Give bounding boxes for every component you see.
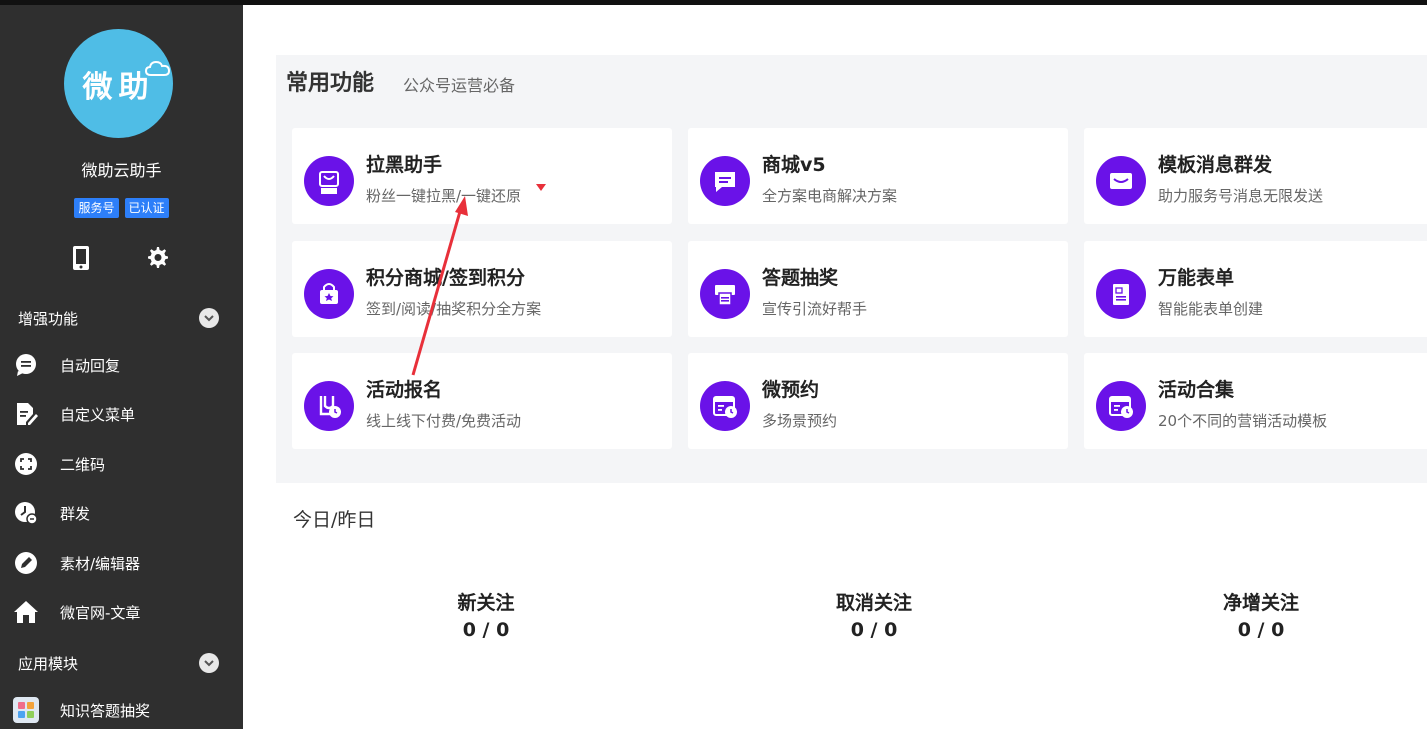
star-bag-icon <box>304 269 354 319</box>
edit-document-icon <box>17 403 38 425</box>
section-apps[interactable]: 应用模块 <box>0 643 243 683</box>
chat-bubble-icon <box>16 354 36 376</box>
panel-subtitle: 公众号运营必备 <box>403 76 516 95</box>
message-card-icon <box>700 156 750 206</box>
sidebar-item-materials-editor[interactable]: 素材/编辑器 <box>0 543 243 583</box>
card-mall-v5[interactable]: 商城v5 全方案电商解决方案 <box>688 128 1068 224</box>
sidebar-item-qrcode[interactable]: 二维码 <box>0 444 243 484</box>
sidebar-item-label: 二维码 <box>60 456 106 474</box>
sidebar-item-label: 微官网-文章 <box>60 604 141 622</box>
stat-label: 净增关注 <box>1222 592 1299 614</box>
avatar-text: 微助 <box>82 69 155 105</box>
stat-value: 0 / 0 <box>462 619 510 641</box>
main-content: 常用功能 公众号运营必备 拉黑助手 粉丝一键拉黑/一键还原 商城v5 全方案电商… <box>243 5 1427 729</box>
sidebar-item-microsite-article[interactable]: 微官网-文章 <box>0 592 243 632</box>
signup-clock-icon <box>304 381 354 431</box>
card-activity-collection[interactable]: 活动合集 20个不同的营销活动模板 <box>1084 353 1427 449</box>
chevron-down-icon[interactable] <box>199 653 219 673</box>
card-desc: 20个不同的营销活动模板 <box>1158 412 1328 430</box>
bag-helper-icon <box>304 156 354 206</box>
sidebar-item-label: 知识答题抽奖 <box>60 702 151 720</box>
card-desc: 智能能表单创建 <box>1158 300 1264 318</box>
chevron-down-icon[interactable] <box>199 308 219 328</box>
card-title: 模板消息群发 <box>1158 154 1273 176</box>
panel-title: 常用功能 <box>286 71 375 96</box>
account-badges: 服务号 已认证 <box>0 198 243 218</box>
section-apps-label: 应用模块 <box>18 654 79 673</box>
card-desc: 多场景预约 <box>762 412 838 430</box>
card-blacklist-helper[interactable]: 拉黑助手 粉丝一键拉黑/一键还原 <box>292 128 672 224</box>
pencil-icon <box>15 552 37 574</box>
card-title: 答题抽奖 <box>762 267 839 289</box>
mail-icon <box>1096 156 1146 206</box>
sidebar-item-auto-reply[interactable]: 自动回复 <box>0 345 243 385</box>
calendar-clock-icon <box>1096 381 1146 431</box>
card-desc: 签到/阅读/抽奖积分全方案 <box>366 300 542 318</box>
card-desc: 助力服务号消息无限发送 <box>1158 187 1324 205</box>
card-title: 积分商城/签到积分 <box>366 267 525 289</box>
cloud-icon <box>145 60 171 76</box>
top-border <box>0 0 1427 5</box>
section-enhanced[interactable]: 增强功能 <box>0 298 243 338</box>
badge-verified: 已认证 <box>124 198 169 218</box>
calendar-clock-icon <box>700 381 750 431</box>
sidebar-item-custom-menu[interactable]: 自定义菜单 <box>0 394 243 434</box>
stat-label: 新关注 <box>457 592 515 614</box>
stat-net-follows: 净增关注 0 / 0 <box>1161 588 1361 641</box>
sidebar-item-label: 自定义菜单 <box>60 406 136 424</box>
sidebar: 微助 微助云助手 服务号 已认证 增强功能 自动回复 自定义菜单 二维码 群发 … <box>0 5 243 729</box>
card-points-mall[interactable]: 积分商城/签到积分 签到/阅读/抽奖积分全方案 <box>292 241 672 337</box>
common-features-panel: 常用功能 公众号运营必备 拉黑助手 粉丝一键拉黑/一键还原 商城v5 全方案电商… <box>276 55 1427 483</box>
quiz-app-icon <box>13 697 39 723</box>
qrcode-scan-icon <box>15 453 37 475</box>
stats-title: 今日/昨日 <box>293 509 376 531</box>
mobile-phone-icon[interactable] <box>71 245 91 271</box>
card-title: 微预约 <box>762 379 820 401</box>
card-title: 商城v5 <box>762 154 826 176</box>
printer-icon <box>700 269 750 319</box>
sidebar-item-label: 群发 <box>60 505 91 523</box>
stat-label: 取消关注 <box>835 592 912 614</box>
card-desc: 宣传引流好帮手 <box>762 300 868 318</box>
sidebar-item-label: 素材/编辑器 <box>60 555 141 573</box>
account-name: 微助云助手 <box>81 161 162 180</box>
gear-icon[interactable] <box>145 245 169 269</box>
account-avatar[interactable]: 微助 <box>64 29 173 138</box>
card-template-message[interactable]: 模板消息群发 助力服务号消息无限发送 <box>1084 128 1427 224</box>
card-universal-form[interactable]: 万能表单 智能能表单创建 <box>1084 241 1427 337</box>
card-title: 万能表单 <box>1158 267 1235 289</box>
sidebar-item-label: 自动回复 <box>60 357 121 375</box>
section-enhanced-label: 增强功能 <box>18 309 79 328</box>
sidebar-tools <box>0 245 243 271</box>
stat-unfollows: 取消关注 0 / 0 <box>774 588 974 641</box>
card-quiz-lottery[interactable]: 答题抽奖 宣传引流好帮手 <box>688 241 1068 337</box>
clock-send-icon <box>15 502 38 525</box>
card-desc: 粉丝一键拉黑/一键还原 <box>366 187 522 205</box>
card-desc: 线上线下付费/免费活动 <box>366 412 522 430</box>
badge-service-account: 服务号 <box>74 198 119 218</box>
card-title: 拉黑助手 <box>366 154 443 176</box>
sidebar-item-broadcast[interactable]: 群发 <box>0 493 243 533</box>
form-icon <box>1096 269 1146 319</box>
home-icon <box>14 601 38 623</box>
sidebar-item-quiz-lottery[interactable]: 知识答题抽奖 <box>0 690 243 730</box>
stat-new-follows: 新关注 0 / 0 <box>386 588 586 641</box>
card-title: 活动合集 <box>1158 379 1235 401</box>
card-desc: 全方案电商解决方案 <box>762 187 898 205</box>
stat-value: 0 / 0 <box>850 619 898 641</box>
card-micro-booking[interactable]: 微预约 多场景预约 <box>688 353 1068 449</box>
stat-value: 0 / 0 <box>1237 619 1285 641</box>
card-title: 活动报名 <box>366 379 443 401</box>
card-event-signup[interactable]: 活动报名 线上线下付费/免费活动 <box>292 353 672 449</box>
